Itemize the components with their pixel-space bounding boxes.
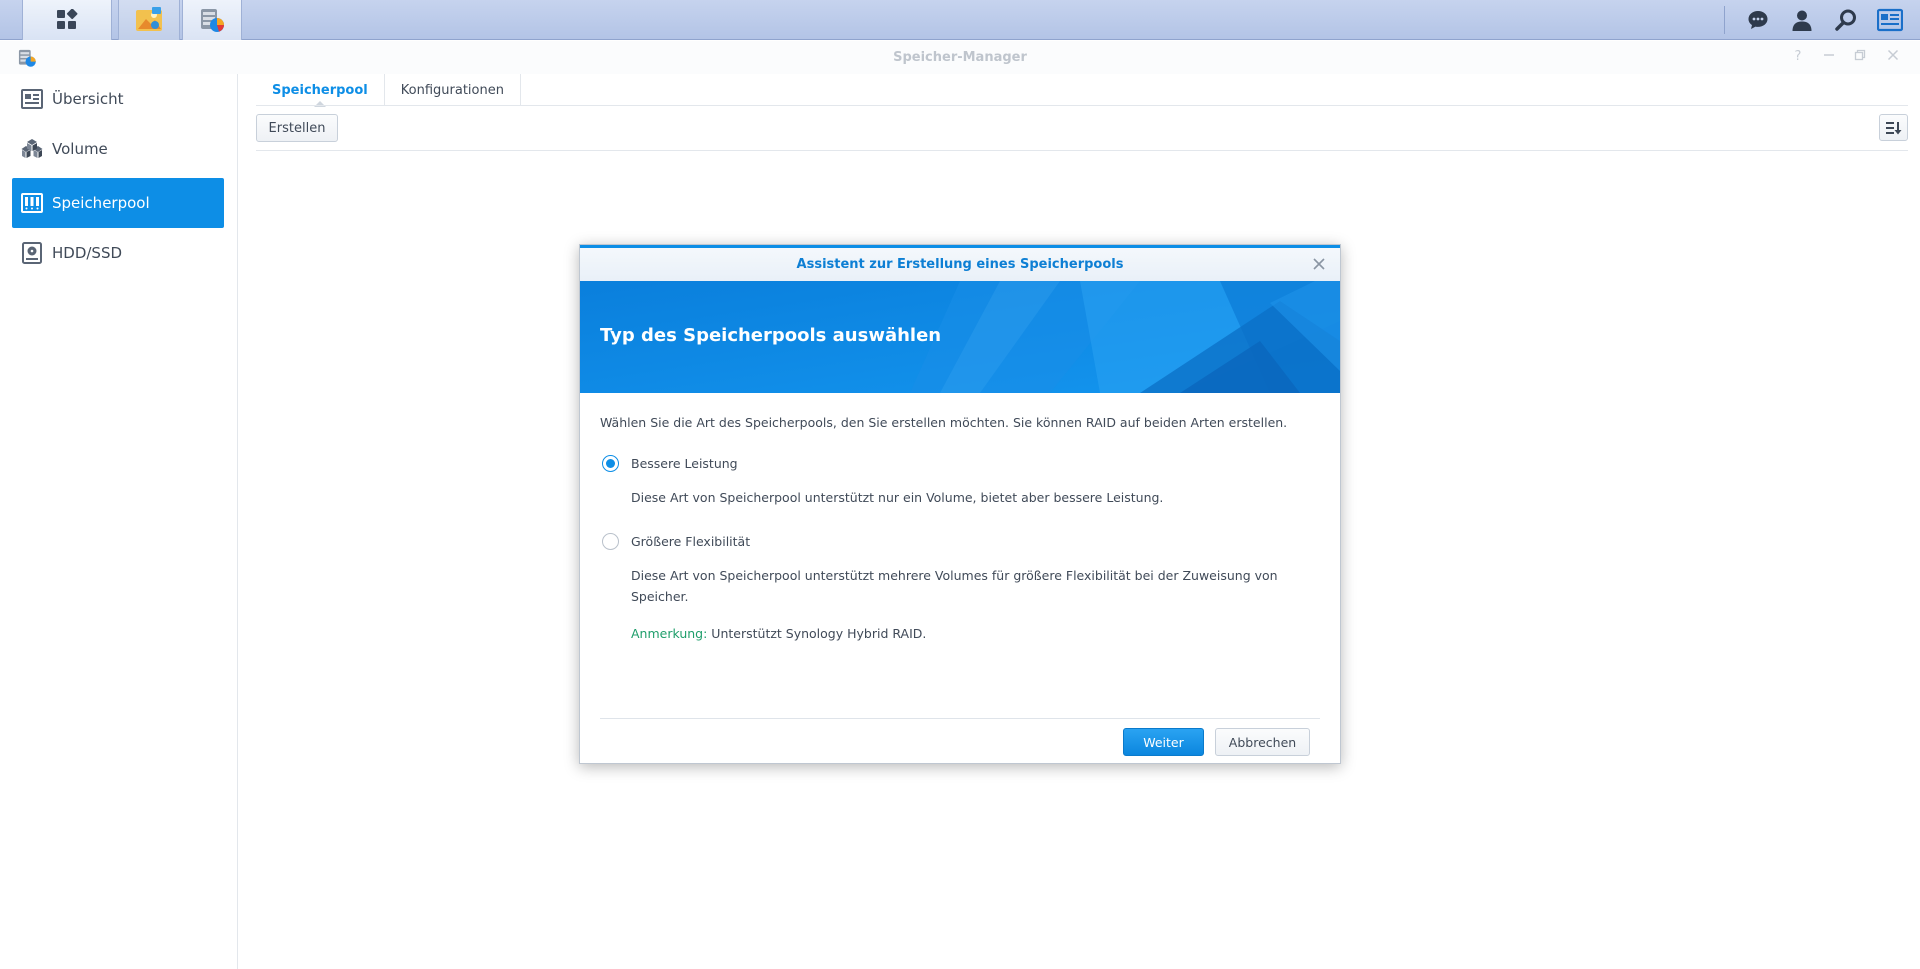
close-icon bbox=[1887, 49, 1899, 61]
search-icon bbox=[1835, 9, 1856, 31]
note-text: Unterstützt Synology Hybrid RAID. bbox=[707, 626, 927, 641]
chat-button[interactable] bbox=[1738, 0, 1778, 40]
option-description: Diese Art von Speicherpool unterstützt m… bbox=[631, 565, 1291, 607]
radio-dot bbox=[606, 459, 615, 468]
dialog-intro-text: Wählen Sie die Art des Speicherpools, de… bbox=[600, 415, 1288, 430]
dialog-heading: Typ des Speicherpools auswählen bbox=[600, 325, 942, 346]
tab-label: Konfigurationen bbox=[400, 82, 504, 98]
taskbar-separator bbox=[1724, 6, 1725, 34]
tab-divider bbox=[256, 105, 1908, 106]
toolbar-divider bbox=[256, 150, 1908, 151]
option-description-line: Diese Art von Speicherpool unterstützt m… bbox=[631, 568, 1278, 583]
option-better-performance[interactable]: Bessere Leistung bbox=[602, 455, 738, 472]
sidebar-item-volume[interactable]: Volume bbox=[12, 124, 224, 174]
cancel-button[interactable]: Abbrechen bbox=[1215, 728, 1310, 756]
storage-pool-icon bbox=[21, 192, 43, 214]
option-greater-flexibility[interactable]: Größere Flexibilität bbox=[602, 533, 750, 550]
sidebar-item-overview[interactable]: Übersicht bbox=[12, 74, 224, 124]
main-menu-button[interactable] bbox=[22, 0, 112, 40]
dialog-header[interactable]: Assistent zur Erstellung eines Speicherp… bbox=[580, 245, 1340, 281]
dialog-banner: Typ des Speicherpools auswählen bbox=[580, 281, 1340, 393]
dialog-close-button[interactable] bbox=[1310, 255, 1328, 273]
sidebar: Übersicht Volume Speicherpool HDD/SSD bbox=[0, 74, 238, 969]
close-icon bbox=[1313, 258, 1325, 270]
sidebar-item-label: Übersicht bbox=[52, 90, 124, 108]
tab-label: Speicherpool bbox=[272, 82, 368, 98]
taskbar bbox=[0, 0, 1920, 40]
maximize-button[interactable] bbox=[1852, 49, 1868, 65]
radio-button-selected[interactable] bbox=[602, 455, 619, 472]
option-description-line: Speicher. bbox=[631, 589, 689, 604]
dialog-title: Assistent zur Erstellung eines Speicherp… bbox=[796, 257, 1124, 272]
option-label: Bessere Leistung bbox=[631, 456, 738, 471]
window-title: Speicher-Manager bbox=[893, 50, 1027, 65]
window-header[interactable]: Speicher-Manager ? bbox=[0, 41, 1920, 74]
tab-configurations[interactable]: Konfigurationen bbox=[385, 74, 521, 106]
maximize-icon bbox=[1854, 49, 1866, 61]
sidebar-item-storage-pool[interactable]: Speicherpool bbox=[12, 178, 224, 228]
sidebar-item-hdd-ssd[interactable]: HDD/SSD bbox=[12, 228, 224, 278]
radio-button[interactable] bbox=[602, 533, 619, 550]
widgets-button[interactable] bbox=[1870, 0, 1910, 40]
user-icon bbox=[1792, 10, 1812, 31]
note-label: Anmerkung: bbox=[631, 626, 708, 641]
option-description: Diese Art von Speicherpool unterstützt n… bbox=[631, 490, 1164, 505]
storage-manager-icon bbox=[201, 9, 224, 32]
volume-icon bbox=[21, 138, 43, 160]
sort-icon bbox=[1885, 121, 1901, 134]
window-close-button[interactable] bbox=[1885, 49, 1901, 65]
help-button[interactable]: ? bbox=[1790, 49, 1806, 65]
tab-bar: Speicherpool Konfigurationen bbox=[256, 74, 521, 107]
overview-icon bbox=[21, 88, 43, 110]
option-label: Größere Flexibilität bbox=[631, 534, 751, 549]
create-storage-pool-wizard: Assistent zur Erstellung eines Speicherp… bbox=[579, 244, 1341, 764]
minimize-button[interactable] bbox=[1821, 49, 1837, 65]
hdd-icon bbox=[21, 242, 43, 264]
taskbar-app-storage-manager[interactable] bbox=[182, 0, 242, 40]
option-note: Anmerkung: Unterstützt Synology Hybrid R… bbox=[631, 626, 926, 641]
chat-icon bbox=[1748, 11, 1768, 29]
tab-storage-pool[interactable]: Speicherpool bbox=[256, 74, 385, 107]
minimize-icon bbox=[1824, 54, 1834, 56]
search-button[interactable] bbox=[1826, 0, 1866, 40]
taskbar-app-photo[interactable] bbox=[118, 0, 180, 40]
sidebar-item-label: HDD/SSD bbox=[52, 244, 123, 262]
user-button[interactable] bbox=[1782, 0, 1822, 40]
create-button[interactable]: Erstellen bbox=[256, 114, 338, 142]
help-icon: ? bbox=[1794, 49, 1802, 64]
widgets-icon bbox=[1877, 8, 1903, 32]
sidebar-item-label: Speicherpool bbox=[52, 194, 150, 212]
sidebar-item-label: Volume bbox=[52, 140, 108, 158]
tab-active-caret bbox=[313, 101, 326, 107]
photo-app-icon bbox=[136, 7, 162, 31]
next-button[interactable]: Weiter bbox=[1123, 728, 1204, 756]
sort-button[interactable] bbox=[1879, 114, 1908, 141]
dialog-footer-divider bbox=[600, 718, 1320, 719]
grid-icon bbox=[57, 9, 78, 29]
